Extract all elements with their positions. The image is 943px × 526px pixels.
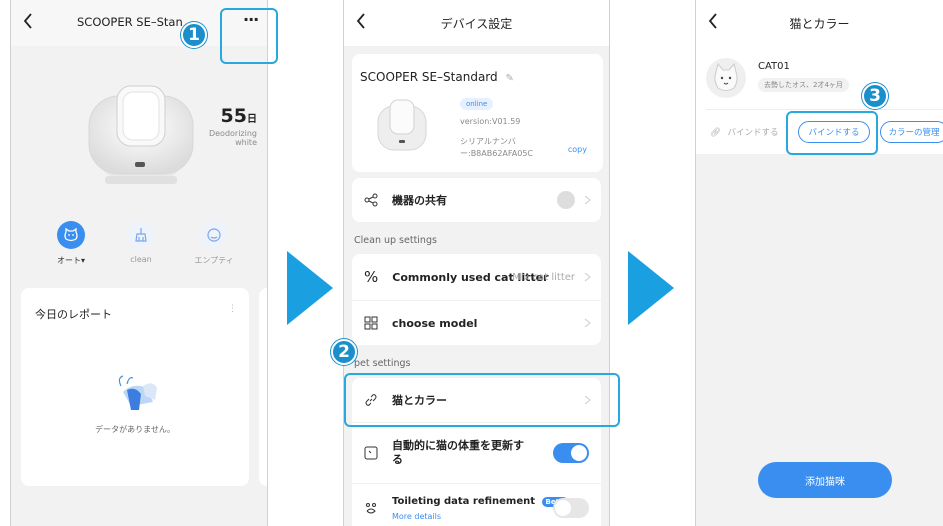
serial-text: シリアルナンバ ー:B8AB62AFA05C: [460, 137, 533, 158]
device-name-row[interactable]: SCOOPER SE–Standard ✎: [360, 70, 514, 84]
cat-info-chip: 去勢したオス、2才4ヶ月: [758, 78, 849, 92]
cat-and-color-screen: 猫とカラー CAT01 去勢したオス、2才4ヶ月 🔗︎ バインドする バインドす…: [695, 0, 943, 526]
step-1-badge: 1: [181, 22, 207, 48]
report-title: 今日のレポート: [35, 308, 112, 321]
mode-auto[interactable]: オート▾: [49, 221, 93, 266]
color-manage-button[interactable]: カラーの管理: [880, 121, 943, 143]
avatar: [557, 191, 575, 209]
step-2-badge: 2: [331, 339, 357, 365]
device-share-row[interactable]: 機器の共有: [352, 178, 601, 222]
top-bar: デバイス設定: [344, 0, 609, 46]
page-title: デバイス設定: [440, 16, 513, 31]
device-home-screen: SCOOPER SE–Stan ··· 55日 Deodorizing whit…: [10, 0, 268, 526]
copy-button[interactable]: copy: [568, 145, 587, 154]
mode-auto-label: オート▾: [56, 256, 85, 265]
share-label: 機器の共有: [392, 194, 447, 207]
back-icon[interactable]: [708, 13, 718, 29]
mode-empty-label: エンプティ: [194, 256, 234, 265]
choose-model-row[interactable]: choose model: [352, 301, 601, 345]
report-menu-icon[interactable]: ⋮: [228, 304, 237, 314]
next-arrow-1: [287, 251, 333, 325]
cleanup-section-header: Clean up settings: [354, 235, 437, 246]
auto-weight-label: 自動的に猫の体重を更新す る: [392, 439, 524, 466]
pet-section-header: pet settings: [354, 358, 411, 369]
report-empty-text: データがありません。: [95, 425, 175, 434]
link-icon: 🔗︎: [710, 128, 721, 138]
grid-icon: [364, 316, 378, 330]
mode-clean[interactable]: clean: [119, 221, 163, 264]
bind-button-highlight: [786, 111, 878, 155]
percent-icon: %: [364, 268, 379, 286]
cat-litter-row[interactable]: % Commonly used cat litter Mix cat litte…: [352, 254, 601, 300]
chevron-right-icon: [584, 195, 591, 205]
back-icon[interactable]: [356, 13, 366, 29]
chevron-right-icon: [584, 318, 591, 328]
top-bar: 猫とカラー: [696, 0, 943, 46]
add-cat-button[interactable]: 添加猫咪: [758, 462, 892, 498]
toileting-row: Toileting data refinement Beta More deta…: [352, 484, 601, 526]
empty-icon: [200, 221, 228, 249]
device-settings-screen: デバイス設定 SCOOPER SE–Standard ✎ online vers…: [343, 0, 610, 526]
cat-face-icon: [57, 221, 85, 249]
scale-icon: [364, 446, 378, 460]
edit-icon[interactable]: ✎: [505, 73, 513, 84]
next-card-peek: [259, 288, 267, 486]
daily-report-card[interactable]: 今日のレポート ⋮ データがありません。: [21, 288, 249, 486]
cat-name: CAT01: [758, 61, 790, 72]
mode-clean-label: clean: [130, 255, 152, 264]
device-info-card: SCOOPER SE–Standard ✎ online version:V01…: [352, 54, 603, 172]
next-arrow-2: [628, 251, 674, 325]
empty-report-illustration: [113, 372, 161, 416]
paw-icon: [366, 503, 376, 514]
online-badge: online: [460, 98, 494, 110]
cat-color-highlight: [344, 373, 620, 427]
model-label: choose model: [392, 316, 478, 330]
page-title: SCOOPER SE–Stan: [77, 15, 183, 29]
bind-status: 🔗︎ バインドする: [710, 128, 779, 138]
more-button-highlight: [220, 8, 278, 64]
page-title: 猫とカラー: [789, 16, 850, 31]
chevron-right-icon: [584, 272, 591, 282]
toileting-label: Toileting data refinement: [392, 495, 536, 507]
more-details-link[interactable]: More details: [392, 512, 568, 521]
device-thumbnail: [372, 98, 432, 160]
share-icon: [364, 193, 378, 207]
device-name: SCOOPER SE–Standard: [360, 70, 498, 84]
divider: [706, 109, 943, 110]
auto-weight-toggle[interactable]: [553, 443, 589, 463]
toileting-toggle[interactable]: [553, 498, 589, 518]
step-3-badge: 3: [862, 83, 888, 109]
broom-icon: [127, 221, 155, 249]
days-counter: 55日: [220, 105, 257, 127]
status-text: Deodorizing white: [208, 129, 257, 147]
cat-avatar: [706, 58, 746, 98]
mode-empty[interactable]: エンプティ: [189, 221, 239, 266]
auto-weight-row: 自動的に猫の体重を更新す る: [352, 423, 601, 483]
version-text: version:V01.59: [460, 117, 521, 126]
device-image: [81, 82, 201, 190]
back-icon[interactable]: [23, 13, 33, 29]
litter-value: Mix cat litter: [512, 271, 575, 283]
